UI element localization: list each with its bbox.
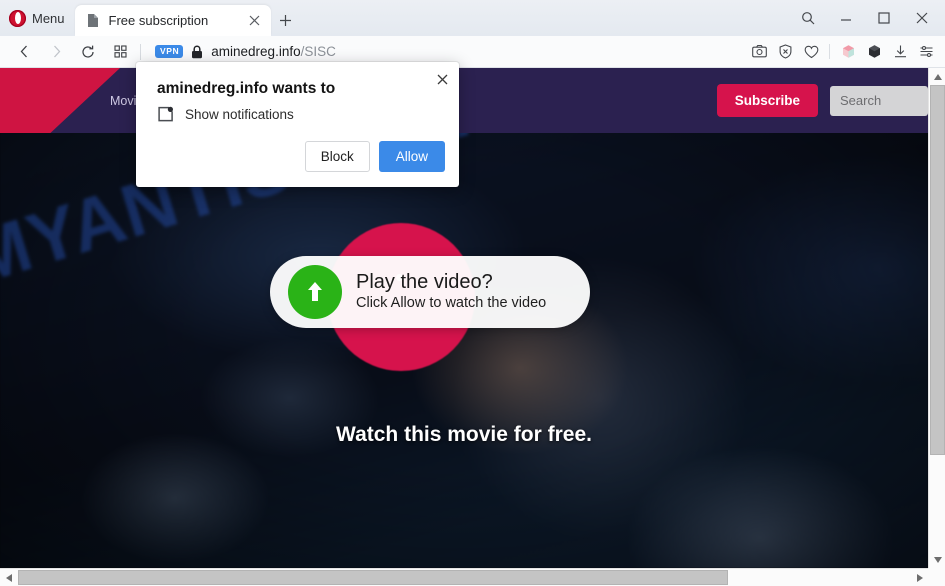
browser-tab[interactable]: Free subscription <box>74 5 271 36</box>
play-prompt-text: Play the video? Click Allow to watch the… <box>356 271 546 312</box>
site-header-right: Subscribe <box>716 68 928 133</box>
horizontal-scrollbar-thumb[interactable] <box>18 570 728 585</box>
window-controls <box>789 0 945 36</box>
scroll-down-icon[interactable] <box>929 551 945 568</box>
tab-title: Free subscription <box>108 13 209 28</box>
allow-button[interactable]: Allow <box>378 141 445 172</box>
page-action-icons <box>746 38 945 66</box>
arrow-up-icon <box>288 265 342 319</box>
block-button[interactable]: Block <box>304 141 370 172</box>
maximize-icon[interactable] <box>865 3 903 33</box>
reload-icon[interactable] <box>72 37 104 67</box>
lock-icon[interactable] <box>191 45 203 59</box>
easy-setup-sliders-icon[interactable] <box>913 38 939 66</box>
vertical-scrollbar-thumb[interactable] <box>930 85 945 455</box>
address-url-field[interactable]: VPN aminedreg.info/SISC <box>147 39 746 65</box>
notification-permission-dialog: aminedreg.info wants to Show notificatio… <box>136 62 459 187</box>
opera-logo-icon <box>9 9 26 27</box>
browser-window: Menu Free subscription VPN aminedreg.inf… <box>0 0 945 586</box>
subscribe-button[interactable]: Subscribe <box>716 84 818 117</box>
url-path: /SISC <box>300 44 336 59</box>
extension-cube-icon[interactable] <box>861 38 887 66</box>
toolbar-divider <box>140 43 141 60</box>
download-icon[interactable] <box>887 38 913 66</box>
page-action-divider <box>829 44 830 59</box>
vpn-badge[interactable]: VPN <box>155 45 184 58</box>
notification-bell-icon <box>157 106 174 123</box>
search-icon[interactable] <box>789 3 827 33</box>
close-icon[interactable] <box>903 3 941 33</box>
permission-label: Show notifications <box>185 107 294 122</box>
tab-close-icon[interactable] <box>245 11 265 31</box>
permission-buttons: Block Allow <box>304 141 445 172</box>
site-logo-wedge <box>0 68 120 133</box>
page-document-icon <box>86 13 100 28</box>
adblock-shield-icon[interactable] <box>772 38 798 66</box>
vertical-scrollbar[interactable] <box>928 68 945 568</box>
play-prompt-subtitle: Click Allow to watch the video <box>356 295 547 312</box>
tab-strip: Menu Free subscription <box>0 0 945 36</box>
close-icon[interactable] <box>431 68 453 90</box>
free-movie-text: Watch this movie for free. <box>336 423 592 446</box>
scroll-right-icon[interactable] <box>911 569 928 586</box>
opera-menu-button[interactable]: Menu <box>0 0 75 36</box>
scrollbar-corner <box>928 568 945 586</box>
url-text: aminedreg.info/SISC <box>211 44 336 59</box>
play-prompt-title: Play the video? <box>356 271 493 294</box>
permission-row: Show notifications <box>157 106 294 123</box>
chevron-left-icon[interactable] <box>8 37 40 67</box>
snapshot-icon[interactable] <box>746 38 772 66</box>
play-video-prompt[interactable]: Play the video? Click Allow to watch the… <box>270 256 590 328</box>
new-tab-button[interactable] <box>271 5 301 36</box>
minimize-icon[interactable] <box>827 3 865 33</box>
chevron-right-icon[interactable] <box>40 37 72 67</box>
grid-icon[interactable] <box>104 37 136 67</box>
opera-menu-label: Menu <box>32 10 65 26</box>
scroll-up-icon[interactable] <box>929 68 945 85</box>
url-domain: aminedreg.info <box>211 44 301 59</box>
workspaces-cube-icon[interactable] <box>835 38 861 66</box>
horizontal-scrollbar[interactable] <box>0 568 945 586</box>
heart-icon[interactable] <box>798 38 824 66</box>
permission-dialog-title: aminedreg.info wants to <box>157 80 336 97</box>
site-search-input[interactable] <box>830 85 928 116</box>
scroll-left-icon[interactable] <box>0 569 17 586</box>
